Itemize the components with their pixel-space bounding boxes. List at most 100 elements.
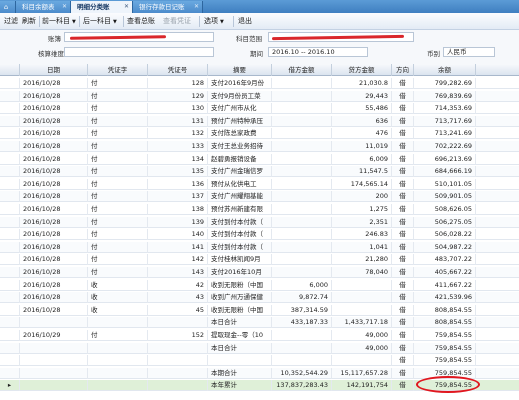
cell-balance: 510,101.05 [414,178,476,190]
table-row[interactable]: 2016/10/28 付 142 支付桂林凯闻9月 21,280 借 483,707.22 [0,254,519,266]
table-row[interactable]: 2016/10/28 付 135 支付广州金瑞信罗 11,547.5 借 684,666.1… [0,166,519,178]
cell-voucher-no: 130 [148,103,208,115]
table-row[interactable]: 借 759,854.55 [0,355,519,367]
cell-credit: 2,351 [332,216,392,228]
table-row[interactable]: 2016/10/28 付 141 支付到付本付款（ 1,041 借 504,987.22 [0,241,519,253]
column-header-voucher-no[interactable]: 凭证号 [148,64,208,76]
column-header-direction[interactable]: 方向 [392,64,414,76]
table-row[interactable]: 2016/10/28 付 133 支付王总业务招待 11,019 借 702,222.69 [0,141,519,152]
table-row[interactable]: 2016/10/28 付 143 支付2016年10月 78,040 借 405,667.2… [0,267,519,278]
table-row[interactable]: 2016/10/28 付 137 支付广州耀翔基能 200 借 509,901.05 [0,191,519,203]
cell-voucher-no: 136 [148,178,208,190]
cell-debit [272,216,332,228]
close-icon[interactable]: ✕ [194,1,199,13]
cell-voucher-word: 付 [88,229,148,241]
row-indicator [0,304,20,316]
cell-debit [272,229,332,241]
column-header-voucher-word[interactable]: 凭证字 [88,64,148,76]
tab-detail-ledger[interactable]: 明细分类账 ✕ [71,1,133,13]
cell-summary [208,355,272,367]
cell-voucher-no [148,367,208,379]
table-row[interactable]: 2016/10/28 付 136 预付从化供电工 174,565.14 借 510,101.… [0,178,519,190]
column-header-date[interactable]: 日期 [20,64,88,76]
cell-summary: 支付到付本付款（ [208,241,272,253]
cell-date: 2016/10/28 [20,304,88,316]
row-indicator [0,367,20,379]
cell-voucher-no [148,380,208,392]
aux-dimension-field[interactable] [64,47,214,57]
options-button[interactable]: 选项 ▼ [204,16,224,27]
close-icon[interactable]: ✕ [124,1,129,13]
refresh-button[interactable]: 刷新 [22,16,36,27]
cell-summary: 支付广州市从化 [208,103,272,115]
account-range-label: 科目范围 [236,35,262,43]
cell-voucher-no [148,355,208,367]
options-label: 选项 [204,17,218,25]
cell-voucher-no: 140 [148,229,208,241]
toolbar-divider [233,16,234,27]
table-row[interactable]: 本日合计 49,000 借 759,854.55 [0,342,519,354]
row-indicator [0,178,20,190]
column-header-debit[interactable]: 借方金额 [272,64,332,76]
currency-field[interactable]: 人民币 [443,47,495,57]
table-row[interactable]: 2016/10/29 付 152 提取现金--零（10 49,000 借 759,854.5… [0,330,519,341]
cell-date: 2016/10/28 [20,267,88,278]
prev-account-button[interactable]: 前一科目 ▼ [42,16,76,27]
row-indicator [0,254,20,266]
row-indicator [0,229,20,241]
row-indicator [0,292,20,304]
table-row[interactable]: 2016/10/28 付 138 预付苏州新建有限 1,275 借 508,626.05 [0,204,519,215]
table-row[interactable]: 2016/10/28 付 129 支付9月份员工菜 29,443 借 769,839.69 [0,90,519,102]
tab-home[interactable]: ⌂ [0,1,16,13]
table-row[interactable]: 本日合计 433,187.33 1,433,717.18 借 808,854.55 [0,317,519,329]
cell-direction: 借 [392,153,414,165]
cell-voucher-no: 42 [148,279,208,291]
cell-voucher-no [148,342,208,354]
table-row[interactable]: 2016/10/28 付 132 支付陈总家政费 476 借 713,241.69 [0,128,519,140]
cell-balance: 509,901.05 [414,191,476,203]
cell-voucher-word [88,380,148,392]
cell-debit [272,78,332,89]
cell-credit: 174,565.14 [332,178,392,190]
cell-date: 2016/10/28 [20,128,88,140]
column-header-balance[interactable]: 余额 [414,64,476,76]
cell-debit: 387,314.59 [272,304,332,316]
filter-button[interactable]: 过滤 [4,16,18,27]
cell-summary: 赵碧勇报销设备 [208,153,272,165]
cell-debit [272,254,332,266]
cell-balance: 759,854.55 [414,355,476,367]
column-header-summary[interactable]: 摘要 [208,64,272,76]
table-row[interactable]: 2016/10/28 收 43 收到广州万通保健 9,872.74 借 421,539.96 [0,292,519,304]
view-voucher-button[interactable]: 查看凭证 [163,16,191,27]
column-header-credit[interactable]: 贷方金额 [332,64,392,76]
cell-summary: 支付9月份员工菜 [208,90,272,102]
table-row[interactable]: 2016/10/28 付 134 赵碧勇报销设备 6,009 借 696,213.69 [0,153,519,165]
next-account-button[interactable]: 后一科目 ▼ [83,16,117,27]
tab-bank-journal[interactable]: 银行存款日记账 ✕ [133,1,203,13]
table-row[interactable]: 2016/10/28 收 42 收到无限粉（中国 6,000 借 411,667.22 [0,279,519,291]
table-row[interactable]: 2016/10/28 收 45 收到无限粉（中国 387,314.59 借 808,854.… [0,304,519,316]
cell-direction: 借 [392,292,414,304]
cell-voucher-no: 135 [148,166,208,178]
cell-balance: 504,987.22 [414,241,476,253]
cell-voucher-word: 付 [88,191,148,203]
table-row[interactable]: 2016/10/28 付 128 支付2016年9月份 21,030.8 借 799,282… [0,78,519,89]
cell-date: 2016/10/28 [20,216,88,228]
row-indicator [0,103,20,115]
table-row[interactable]: 2016/10/28 付 130 支付广州市从化 55,486 借 714,353.69 [0,103,519,115]
close-icon[interactable]: ✕ [62,1,67,13]
cell-debit [272,330,332,341]
cell-debit [272,90,332,102]
table-row[interactable]: 2016/10/28 付 140 支付到付本付款（ 246.83 借 506,028.22 [0,229,519,241]
cell-date [20,355,88,367]
cell-credit: 246.83 [332,229,392,241]
row-indicator [0,342,20,354]
cell-voucher-no: 139 [148,216,208,228]
table-row[interactable]: 2016/10/28 付 139 支付到付本付款（ 2,351 借 506,275.05 [0,216,519,228]
table-row[interactable]: 2016/10/28 付 131 预付广州特种承压 636 借 713,717.69 [0,115,519,127]
exit-button[interactable]: 退出 [238,16,252,27]
cell-balance: 483,707.22 [414,254,476,266]
tab-account-balance[interactable]: 科目余额表 ✕ [16,1,71,13]
cell-date [20,367,88,379]
view-ledger-button[interactable]: 查看总账 [127,16,155,27]
